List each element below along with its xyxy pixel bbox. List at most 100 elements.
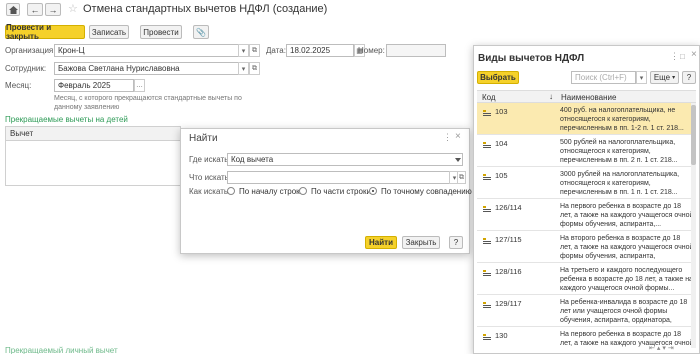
number-field[interactable] <box>386 44 446 57</box>
table-row[interactable]: 105 3000 рублей на налогоплательщика, от… <box>477 167 696 199</box>
arrow-left-icon: ← <box>30 4 40 15</box>
row-code: 104 <box>495 139 508 148</box>
option-start-label[interactable]: По началу строки <box>239 187 304 196</box>
item-icon <box>483 270 491 276</box>
close-icon[interactable]: × <box>455 131 461 142</box>
table-row[interactable]: 127/115 На второго ребенка в возрасте до… <box>477 231 696 263</box>
scrollbar-thumb[interactable] <box>691 105 696 165</box>
month-field[interactable]: Февраль 2025 <box>54 79 134 92</box>
table-row[interactable]: 104 500 рублей на налогоплательщика, отн… <box>477 135 696 167</box>
forward-button[interactable]: → <box>45 3 61 16</box>
option-exact-label[interactable]: По точному совпадению <box>381 187 472 196</box>
option-start-radio[interactable] <box>227 187 235 195</box>
picker-title: Виды вычетов НДФЛ <box>478 53 585 64</box>
employee-label: Сотрудник: <box>5 64 47 73</box>
item-icon <box>483 206 491 212</box>
item-icon <box>483 302 491 308</box>
org-label: Организация: <box>5 46 56 55</box>
nav-first-icon[interactable]: ⇤ <box>649 345 657 352</box>
row-code: 103 <box>495 107 508 116</box>
what-label: Что искать: <box>189 173 232 182</box>
option-exact-radio[interactable] <box>369 187 377 195</box>
org-dropdown-button[interactable]: ▾ <box>238 44 249 57</box>
row-code: 105 <box>495 171 508 180</box>
row-name: На первого ребенка в возрасте до 18 лет,… <box>560 203 694 228</box>
picker-scrollbar[interactable] <box>691 103 696 348</box>
find-dialog-title: Найти <box>189 133 218 144</box>
item-icon <box>483 142 491 148</box>
picker-nav: ⇤▴▾⇥ <box>649 344 676 352</box>
more-button[interactable]: Еще ▾ <box>650 71 679 84</box>
nav-last-icon[interactable]: ⇥ <box>668 345 676 352</box>
search-dropdown-button[interactable]: ▾ <box>636 71 647 84</box>
window-title: Отмена стандартных вычетов НДФЛ (создани… <box>83 3 328 15</box>
org-field[interactable]: Крон-Ц <box>54 44 246 57</box>
row-code: 130 <box>495 331 508 340</box>
row-name: 500 рублей на налогоплательщика, относящ… <box>560 139 678 164</box>
month-hint: Месяц, с которого прекращаются стандартн… <box>54 95 242 111</box>
back-button[interactable]: ← <box>27 3 43 16</box>
how-label: Как искать: <box>189 187 231 196</box>
title-bar: ← → ☆ Отмена стандартных вычетов НДФЛ (с… <box>0 0 700 20</box>
find-dialog: Найти ⋮ × Где искать: Код вычета Что иск… <box>180 128 472 254</box>
chevron-down-icon: ▾ <box>672 75 676 81</box>
col-code[interactable]: Код <box>482 93 496 102</box>
row-name: 400 руб. на налогоплательщика, не относя… <box>560 107 684 132</box>
row-code: 129/117 <box>495 299 522 308</box>
chevron-down-icon: ▾ <box>241 47 246 55</box>
col-name[interactable]: Наименование <box>561 93 616 102</box>
search-input[interactable]: Поиск (Ctrl+F) <box>571 71 636 84</box>
table-row[interactable]: 126/114 На первого ребенка в возрасте до… <box>477 199 696 231</box>
children-deductions-link[interactable]: Прекращаемые вычеты на детей <box>5 115 128 124</box>
chevron-down-icon: ▾ <box>241 65 246 73</box>
date-field[interactable]: 18.02.2025 <box>286 44 354 57</box>
maximize-icon[interactable]: □ <box>680 52 685 61</box>
where-label: Где искать: <box>189 155 231 164</box>
what-open-button[interactable]: ⧉ <box>457 171 466 184</box>
home-icon <box>8 5 18 14</box>
find-button[interactable]: Найти <box>365 236 397 249</box>
more-button-label: Еще <box>653 73 671 82</box>
picker-help-button[interactable]: ? <box>682 71 696 84</box>
employee-dropdown-button[interactable]: ▾ <box>238 62 249 75</box>
personal-deduction-link[interactable]: Прекращаемый личный вычет <box>5 346 118 354</box>
close-icon[interactable]: × <box>691 49 697 60</box>
employee-field[interactable]: Бажова Светлана Нуриславовна <box>54 62 246 75</box>
employee-open-button[interactable]: ⧉ <box>249 62 260 75</box>
table-row[interactable]: 103 400 руб. на налогоплательщика, не от… <box>477 103 696 135</box>
select-button[interactable]: Выбрать <box>477 71 519 84</box>
table-row[interactable]: 129/117 На ребенка-инвалида в возрасте д… <box>477 295 696 327</box>
option-part-label[interactable]: По части строки <box>311 187 371 196</box>
open-link-icon: ⧉ <box>252 46 257 54</box>
date-label: Дата: <box>266 46 286 55</box>
close-button[interactable]: Закрыть <box>402 236 440 249</box>
more-icon[interactable]: ⋮ <box>443 132 452 143</box>
more-icon[interactable]: ⋮ <box>670 51 679 62</box>
open-link-icon: ⧉ <box>459 173 464 181</box>
month-select-button[interactable]: … <box>134 79 145 92</box>
chevron-down-icon <box>455 158 461 162</box>
home-button[interactable] <box>6 3 20 16</box>
what-input[interactable] <box>227 171 451 184</box>
open-link-icon: ⧉ <box>252 64 257 72</box>
table-row[interactable]: 128/116 На третьего и каждого последующе… <box>477 263 696 295</box>
chevron-down-icon: ▾ <box>452 174 457 182</box>
sort-arrow-icon: ↓ <box>549 92 553 101</box>
number-label: Номер: <box>358 46 385 55</box>
post-button[interactable]: Провести <box>140 25 182 39</box>
deduction-types-picker: Виды вычетов НДФЛ ⋮ □ × Выбрать Поиск (C… <box>473 45 700 354</box>
post-and-close-button[interactable]: Провести и закрыть <box>5 23 85 41</box>
chevron-down-icon: ▾ <box>639 74 644 82</box>
favorite-star-icon[interactable]: ☆ <box>68 2 78 15</box>
save-button[interactable]: Записать <box>89 25 129 39</box>
col-deduction: Вычет <box>10 129 34 138</box>
attach-button[interactable]: 📎 <box>193 25 209 39</box>
arrow-right-icon: → <box>48 4 58 15</box>
item-icon <box>483 334 491 340</box>
org-open-button[interactable]: ⧉ <box>249 44 260 57</box>
where-select[interactable]: Код вычета <box>227 153 463 166</box>
row-name: На третьего и каждого последующего ребен… <box>560 267 693 292</box>
option-part-radio[interactable] <box>299 187 307 195</box>
row-name: На второго ребенка в возрасте до 18 лет,… <box>560 235 694 260</box>
help-button[interactable]: ? <box>449 236 463 249</box>
